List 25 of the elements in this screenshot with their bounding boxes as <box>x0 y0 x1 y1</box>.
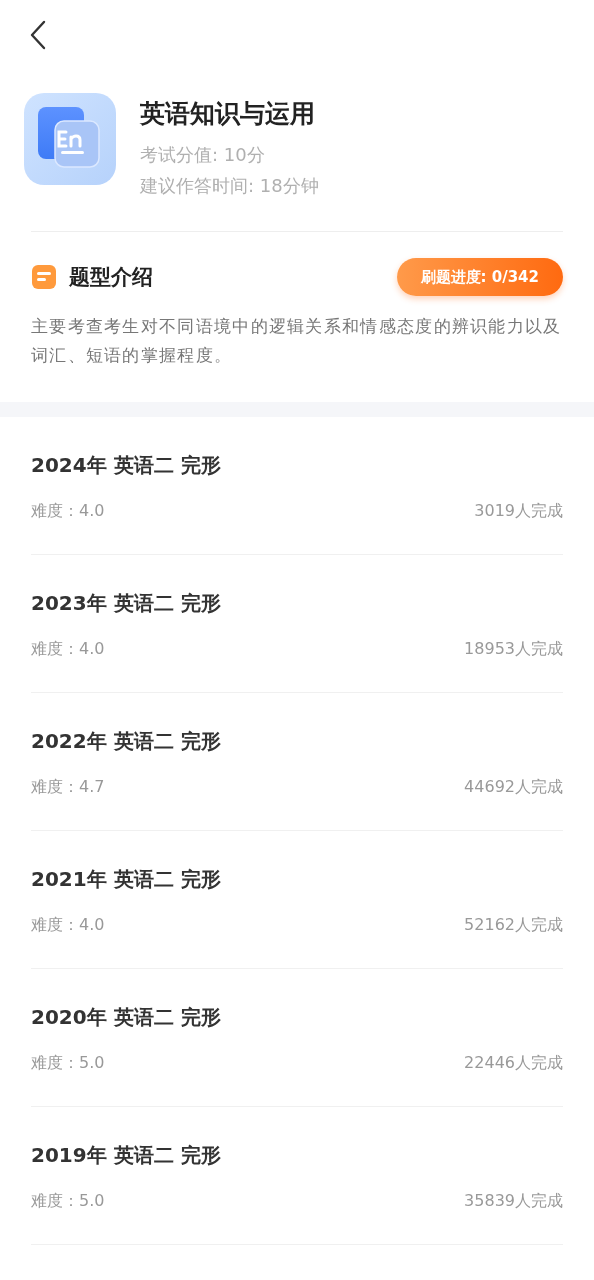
note-icon <box>31 264 57 290</box>
completed-count: 18953人完成 <box>464 638 563 660</box>
completed-count: 52162人完成 <box>464 914 563 936</box>
completed-count: 44692人完成 <box>464 776 563 798</box>
completed-count: 22446人完成 <box>464 1052 563 1074</box>
completed-count: 35839人完成 <box>464 1190 563 1212</box>
paper-title[interactable]: 2024年 英语二 完形 <box>31 451 563 479</box>
difficulty-text: 难度：5.0 <box>31 1052 105 1074</box>
paper-title[interactable]: 2021年 英语二 完形 <box>31 865 563 893</box>
description-text: 主要考查考生对不同语境中的逻辑关系和情感态度的辨识能力以及词汇、短语的掌握程度。 <box>31 315 563 367</box>
paper-title[interactable]: 2022年 英语二 完形 <box>31 727 563 755</box>
paper-title[interactable]: 2020年 英语二 完形 <box>31 1003 563 1031</box>
difficulty-text: 难度：4.0 <box>31 638 105 660</box>
difficulty-text: 难度：4.0 <box>31 500 105 522</box>
score-text: 考试分值: 10分 <box>140 143 266 167</box>
document-icon <box>24 93 116 185</box>
page-title: 英语知识与运用 <box>140 98 316 130</box>
paper-title[interactable]: 2019年 英语二 完形 <box>31 1141 563 1169</box>
difficulty-text: 难度：5.0 <box>31 1190 105 1212</box>
paper-title[interactable]: 2023年 英语二 完形 <box>31 589 563 617</box>
difficulty-text: 难度：4.0 <box>31 914 105 936</box>
completed-count: 3019人完成 <box>474 500 563 522</box>
difficulty-text: 难度：4.7 <box>31 776 105 798</box>
section-heading: 题型介绍 <box>69 264 153 291</box>
time-text: 建议作答时间: 18分钟 <box>140 174 319 198</box>
